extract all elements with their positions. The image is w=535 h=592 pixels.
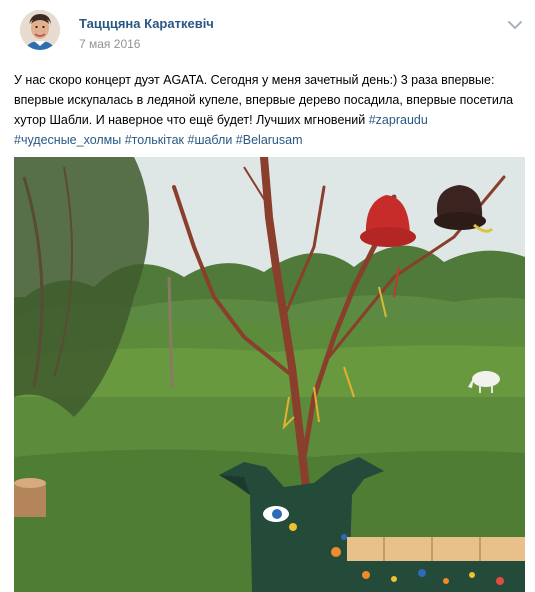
post-text-body: У нас скоро концерт дуэт AGATA. Сегодня … (14, 73, 514, 127)
chevron-down-icon (508, 21, 522, 29)
photo-image (14, 157, 525, 592)
author-name[interactable]: Тацццяна Караткевіч (79, 16, 214, 31)
post-menu-button[interactable] (505, 18, 525, 32)
hashtag-link[interactable]: #толькітак (125, 133, 184, 147)
hashtag-link[interactable]: #Belarusam (236, 133, 303, 147)
hashtag-link[interactable]: #шабли (188, 133, 233, 147)
post-text: У нас скоро концерт дуэт AGATA. Сегодня … (14, 70, 526, 150)
hashtag-link[interactable]: #чудесные_холмы (14, 133, 121, 147)
post-photo[interactable] (14, 157, 525, 592)
author-avatar[interactable] (20, 10, 60, 50)
post-date[interactable]: 7 мая 2016 (79, 37, 140, 51)
avatar-image (20, 10, 60, 50)
hashtag-link[interactable]: #zapraudu (369, 113, 428, 127)
wall-post: Тацццяна Караткевіч 7 мая 2016 У нас ско… (0, 0, 535, 592)
